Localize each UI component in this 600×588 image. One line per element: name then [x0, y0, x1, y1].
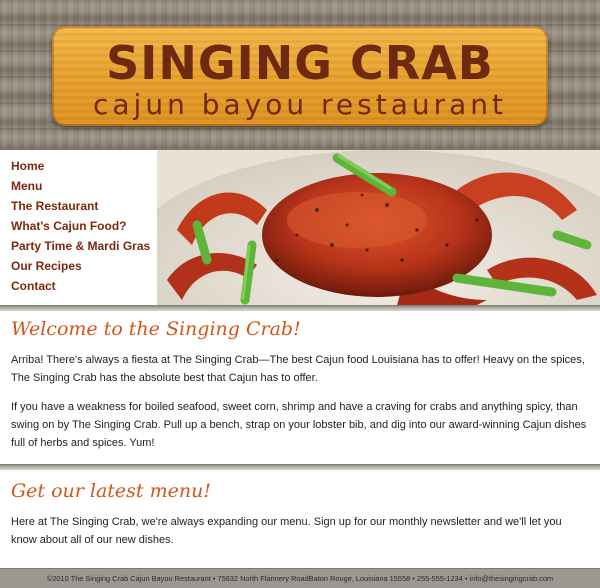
section-divider [0, 305, 600, 311]
nav-item-home[interactable]: Home [0, 156, 157, 176]
welcome-heading: Welcome to the Singing Crab! [11, 318, 301, 340]
nav-item-the-restaurant[interactable]: The Restaurant [0, 196, 157, 216]
nav-item-party-time[interactable]: Party Time & Mardi Gras [0, 236, 157, 256]
site-header: SINGING CRAB cajun bayou restaurant [0, 0, 600, 150]
nav-item-contact[interactable]: Contact [0, 276, 157, 296]
hero-crab-image [157, 150, 600, 305]
nav-item-our-recipes[interactable]: Our Recipes [0, 256, 157, 276]
latest-menu-paragraph: Here at The Singing Crab, we're always e… [11, 516, 562, 546]
welcome-paragraph-2: If you have a weakness for boiled seafoo… [11, 401, 587, 449]
crab-photo-illustration [157, 150, 600, 305]
logo-title: SINGING CRAB [106, 36, 494, 90]
logo-subtitle: cajun bayou restaurant [93, 88, 507, 121]
main-nav: Home Menu The Restaurant What's Cajun Fo… [0, 150, 157, 305]
welcome-paragraph-1: Arriba! There's always a fiesta at The S… [11, 354, 585, 384]
nav-row: Home Menu The Restaurant What's Cajun Fo… [0, 150, 600, 305]
nav-item-menu[interactable]: Menu [0, 176, 157, 196]
section-divider [0, 464, 600, 470]
welcome-section: Welcome to the Singing Crab! Arriba! The… [0, 318, 600, 463]
nav-item-whats-cajun-food[interactable]: What's Cajun Food? [0, 216, 157, 236]
latest-menu-section: Get our latest menu! Here at The Singing… [0, 480, 600, 560]
latest-menu-heading: Get our latest menu! [11, 480, 211, 502]
site-footer: ©2010 The Singing Crab Cajun Bayou Resta… [0, 568, 600, 588]
logo-sign[interactable]: SINGING CRAB cajun bayou restaurant [52, 26, 548, 126]
